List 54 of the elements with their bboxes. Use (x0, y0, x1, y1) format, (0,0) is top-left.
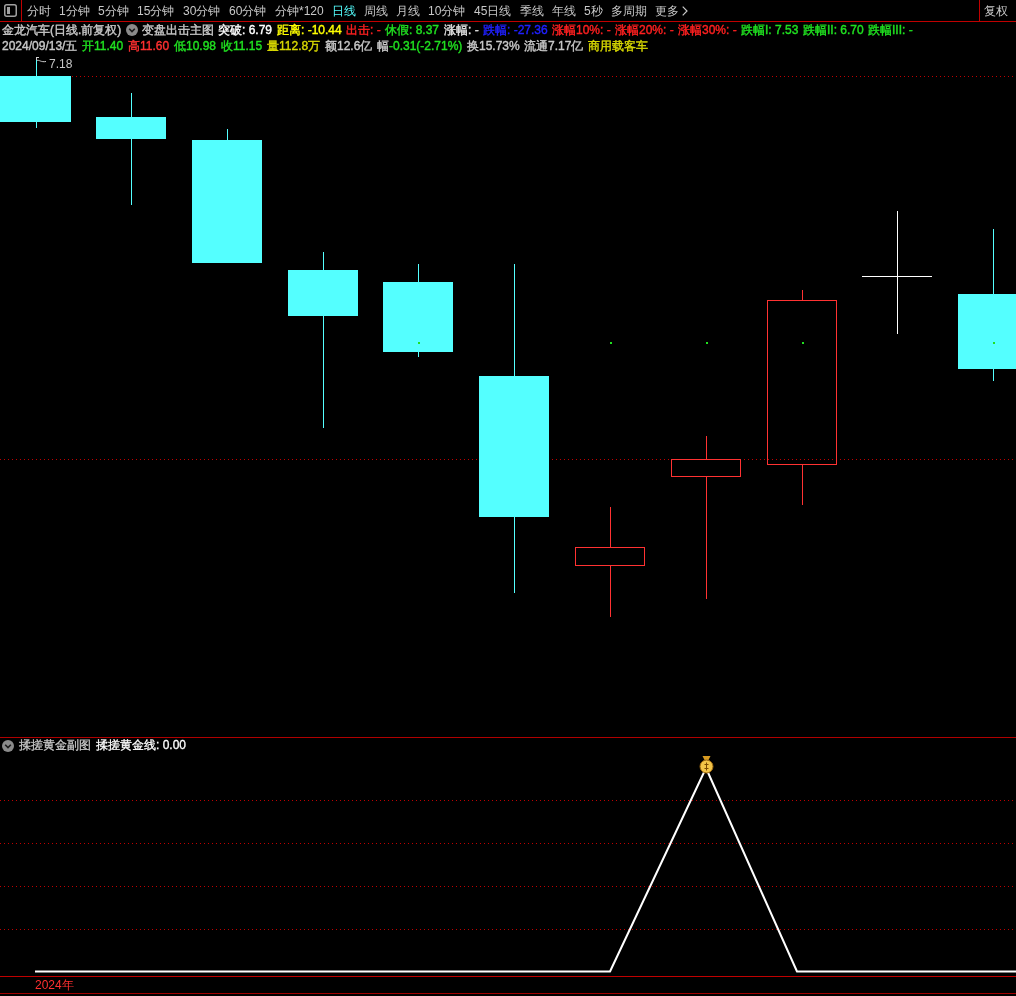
indicator-value: 跌幅II: 6.70 (803, 22, 864, 38)
period-tab[interactable]: 季线 (520, 2, 544, 19)
price-adjust-button[interactable]: 复权 (984, 2, 1008, 19)
indicator-value: 跌幅I: 7.53 (741, 22, 799, 38)
period-tab[interactable]: 15分钟 (137, 2, 175, 19)
indicator-value: 揉搓黄金线: 0.00 (96, 738, 187, 753)
quote-value: 流通7.17亿 (524, 38, 584, 54)
period-tab[interactable]: 周线 (364, 2, 388, 19)
quote-value: 开11.40 (82, 38, 124, 54)
indicator-value: 涨幅20%: - (615, 22, 674, 38)
indicator-value: 跌幅: -27.36 (483, 22, 548, 38)
period-tab[interactable]: 年线 (552, 2, 576, 19)
high-marker-icon (36, 56, 47, 63)
period-tab[interactable]: 60分钟 (229, 2, 267, 19)
quote-value: 2024/09/13/五 (2, 38, 78, 54)
stock-title: 金龙汽车(日线.前复权) (2, 22, 122, 38)
quote-value: 商用载客车 (588, 38, 648, 54)
indicator-value: 涨幅30%: - (678, 22, 737, 38)
period-tab[interactable]: 月线 (396, 2, 420, 19)
indicator-value: 突破: 6.79 (218, 22, 273, 38)
period-tab[interactable]: 5分钟 (98, 2, 129, 19)
period-tab[interactable]: 日线 (332, 2, 356, 19)
indicator-value: 跌幅III: - (868, 22, 913, 38)
quote-value: 额12.6亿 (325, 38, 373, 54)
year-label: 2024年 (35, 977, 74, 993)
period-tab[interactable]: 分时 (27, 2, 51, 19)
quote-value: 幅-0.31(-2.71%) (377, 38, 463, 54)
candlestick (0, 59, 71, 129)
money-bag-icon (699, 756, 714, 774)
quote-value: 量112.8万 (267, 38, 321, 54)
chevron-down-icon[interactable] (126, 24, 138, 36)
indicator-value: 距离: -10.44 (277, 22, 342, 38)
quote-value: 高11.60 (128, 38, 170, 54)
indicator-name: 变盘出击主图 (142, 22, 214, 38)
period-tab[interactable]: 多周期 (611, 2, 647, 19)
period-tab[interactable]: 分钟*120 (275, 2, 324, 19)
indicator-name: 揉搓黄金副图 (19, 738, 91, 753)
period-tab[interactable]: 10分钟 (428, 2, 466, 19)
quote-value: 收11.15 (221, 38, 263, 54)
period-tab[interactable]: 1分钟 (59, 2, 90, 19)
chevron-right-icon (682, 5, 688, 16)
indicator-value: 涨幅: - (444, 22, 479, 38)
more-button[interactable]: 更多 (655, 2, 688, 19)
period-tab[interactable]: 45日线 (474, 2, 512, 19)
indicator-value: 休假: 8.37 (385, 22, 440, 38)
sidebar-toggle-icon[interactable] (4, 4, 17, 17)
period-tab[interactable]: 30分钟 (183, 2, 221, 19)
quote-value: 换15.73% (467, 38, 520, 54)
indicator-value: 出击: - (346, 22, 381, 38)
chevron-down-icon[interactable] (2, 739, 14, 752)
quote-value: 低10.98 (174, 38, 217, 54)
price-label: 7.18 (49, 57, 73, 71)
indicator-value: 涨幅10%: - (552, 22, 611, 38)
period-tab[interactable]: 5秒 (584, 2, 603, 19)
